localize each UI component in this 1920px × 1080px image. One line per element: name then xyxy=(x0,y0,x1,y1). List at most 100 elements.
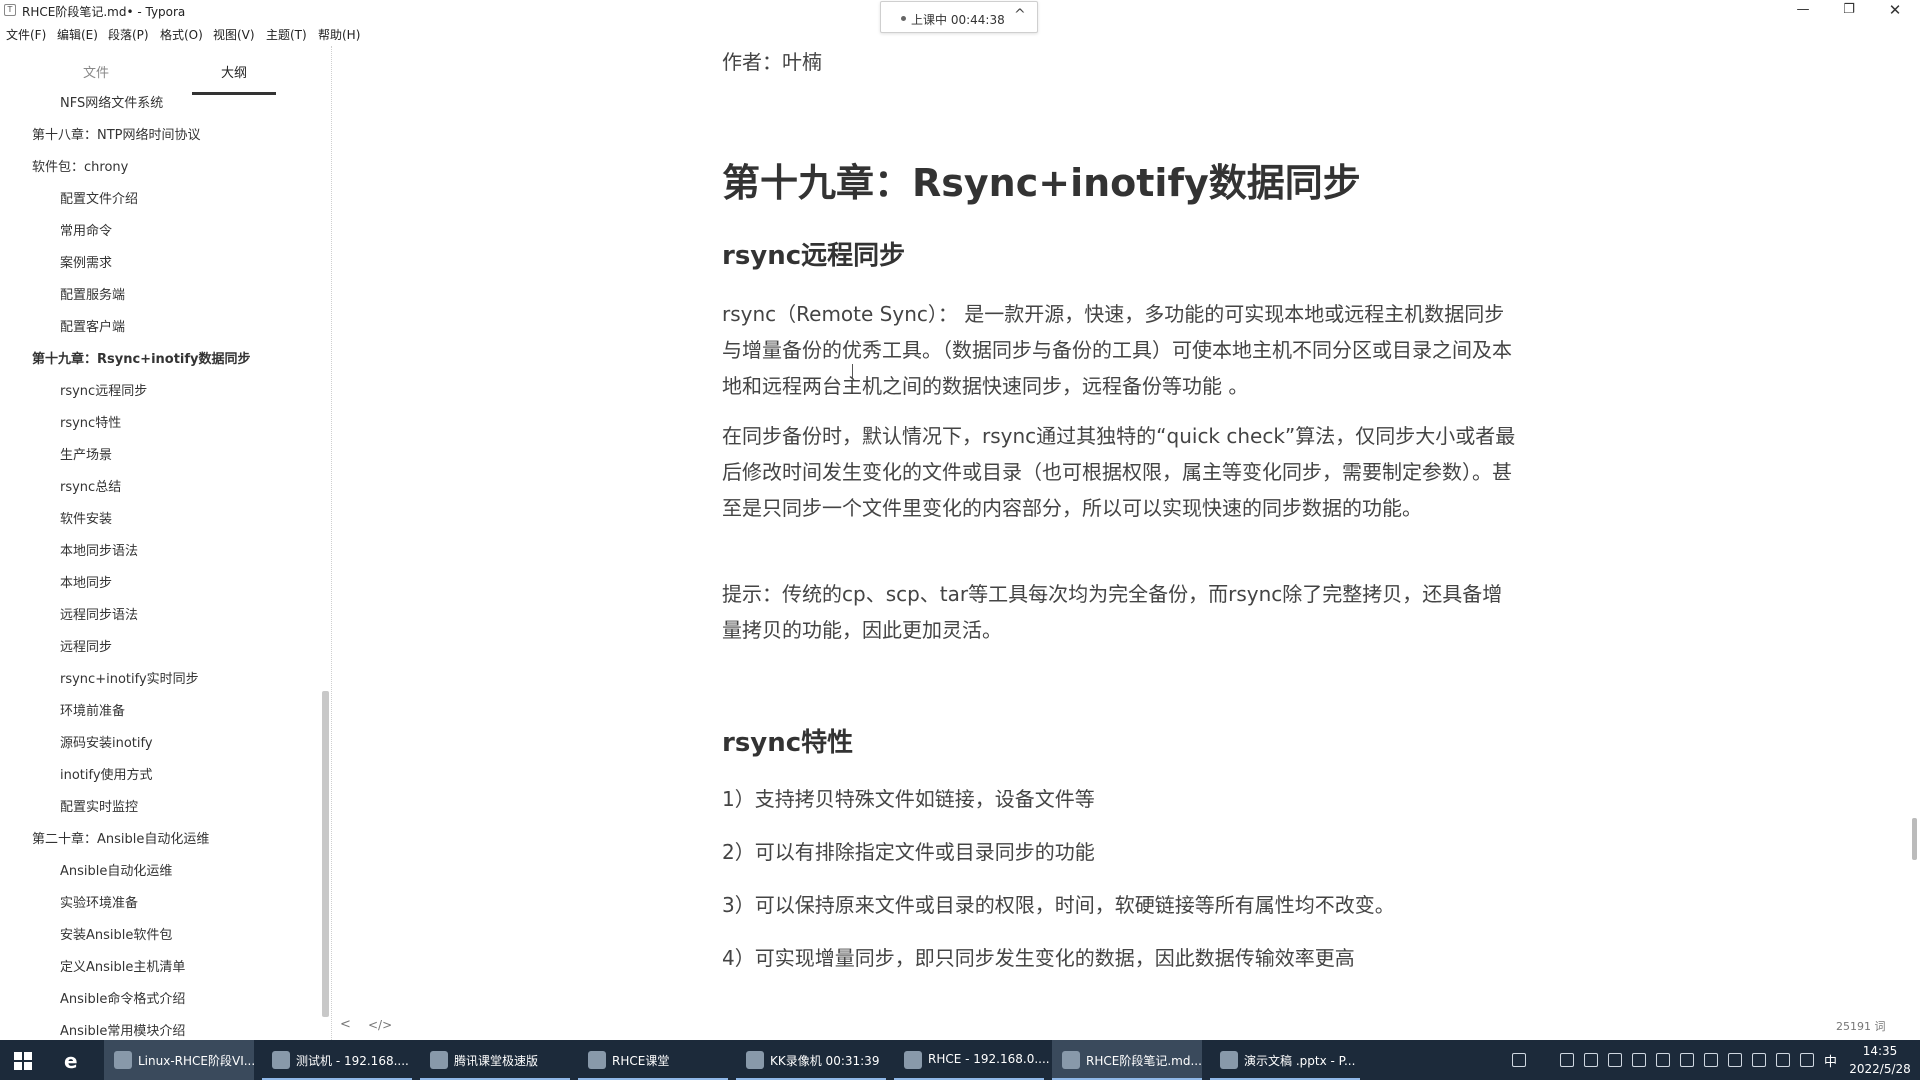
menu-edit[interactable]: 编辑(E) xyxy=(57,26,98,43)
outline-item[interactable]: 环境前准备 xyxy=(60,700,125,719)
outline-item[interactable]: 软件安装 xyxy=(60,508,112,527)
menu-format[interactable]: 格式(O) xyxy=(160,26,203,43)
taskbar-item-powerpoint[interactable]: 演示文稿 .pptx - P... xyxy=(1210,1040,1360,1080)
taskbar: e Linux-RHCE阶段VI... 测试机 - 192.168.... 腾讯… xyxy=(0,1040,1920,1080)
outline-item[interactable]: 安装Ansible软件包 xyxy=(60,924,172,943)
taskbar-item-tencent-classroom[interactable]: 腾讯课堂极速版 xyxy=(420,1040,570,1080)
menu-help[interactable]: 帮助(H) xyxy=(318,26,360,43)
tencent-classroom-icon xyxy=(430,1051,448,1069)
ime-indicator[interactable]: 中 xyxy=(1824,1051,1837,1070)
tray-app-icon[interactable] xyxy=(1680,1053,1694,1067)
menu-paragraph[interactable]: 段落(P) xyxy=(108,26,149,43)
outline-item[interactable]: 常用命令 xyxy=(60,220,112,239)
feature-list-item: 1）支持拷贝特殊文件如链接，设备文件等 xyxy=(722,787,1095,811)
outline-item[interactable]: 配置实时监控 xyxy=(60,796,138,815)
author-line: 作者：叶楠 xyxy=(722,50,822,74)
outline-item[interactable]: 软件包：chrony xyxy=(32,156,128,175)
clock-time[interactable]: 14:35 xyxy=(1850,1044,1910,1058)
outline-item[interactable]: 配置客户端 xyxy=(60,316,125,335)
outline-item[interactable]: 源码安装inotify xyxy=(60,732,153,751)
section-heading-rsync-features: rsync特性 xyxy=(722,728,854,758)
edge-browser-icon[interactable]: e xyxy=(64,1049,78,1073)
volume-icon[interactable] xyxy=(1800,1053,1814,1067)
outline-item[interactable]: 远程同步语法 xyxy=(60,604,138,623)
tab-files[interactable]: 文件 xyxy=(54,62,138,81)
typora-icon xyxy=(1062,1051,1080,1069)
active-tab-indicator xyxy=(192,92,276,95)
terminal-icon xyxy=(904,1051,922,1069)
feature-list-item: 4）可实现增量同步，即只同步发生变化的数据，因此数据传输效率更高 xyxy=(722,946,1355,970)
app-icon xyxy=(114,1051,132,1069)
menu-theme[interactable]: 主题(T) xyxy=(266,26,307,43)
windows-start-icon[interactable] xyxy=(14,1052,32,1070)
window-title: RHCE阶段笔记.md• - Typora xyxy=(22,5,186,19)
menu-bar: 文件(F) 编辑(E) 段落(P) 格式(O) 视图(V) 主题(T) 帮助(H… xyxy=(0,24,900,44)
taskbar-item-rhce-class[interactable]: RHCE课堂 xyxy=(578,1040,728,1080)
class-status-pill[interactable]: 上课中 00:44:38 ^ xyxy=(880,1,1038,33)
chevron-up-icon[interactable]: ^ xyxy=(1014,7,1026,23)
outline-item[interactable]: 配置文件介绍 xyxy=(60,188,138,207)
microphone-icon[interactable] xyxy=(1752,1053,1766,1067)
paragraph-quick-check: 在同步备份时，默认情况下，rsync通过其独特的“quick check”算法，… xyxy=(722,424,1516,520)
outline-item-current[interactable]: 第十九章：Rsync+inotify数据同步 xyxy=(32,348,251,367)
menu-view[interactable]: 视图(V) xyxy=(213,26,255,43)
tray-app-icon[interactable] xyxy=(1584,1053,1598,1067)
taskbar-item-typora[interactable]: RHCE阶段笔记.md... xyxy=(1052,1040,1202,1080)
outline-item[interactable]: Ansible常用模块介绍 xyxy=(60,1020,185,1039)
word-count[interactable]: 25191 词 xyxy=(1836,1018,1886,1034)
taskbar-item-test-vm[interactable]: 测试机 - 192.168.... xyxy=(262,1040,412,1080)
outline-item[interactable]: 案例需求 xyxy=(60,252,112,271)
tray-app-icon[interactable] xyxy=(1704,1053,1718,1067)
taskbar-item-linux-rhce[interactable]: Linux-RHCE阶段VI... xyxy=(104,1040,255,1080)
sidebar-scrollbar[interactable] xyxy=(322,691,329,1017)
outline-item[interactable]: 配置服务端 xyxy=(60,284,125,303)
outline-item[interactable]: 第二十章：Ansible自动化运维 xyxy=(32,828,209,847)
editor-scrollbar[interactable] xyxy=(1912,818,1917,860)
paragraph-tip: 提示：传统的cp、scp、tar等工具每次均为完全备份，而rsync除了完整拷贝… xyxy=(722,582,1503,642)
outline-item[interactable]: rsync远程同步 xyxy=(60,380,147,399)
recorder-icon xyxy=(746,1051,764,1069)
outline-item[interactable]: rsync特性 xyxy=(60,412,121,431)
outline-item[interactable]: NFS网络文件系统 xyxy=(60,92,163,111)
clock-date[interactable]: 2022/5/28 xyxy=(1846,1062,1914,1076)
tray-app-icon[interactable] xyxy=(1560,1053,1574,1067)
taskbar-item-rhce-ssh[interactable]: RHCE - 192.168.0.... xyxy=(894,1040,1050,1080)
section-heading-rsync-sync: rsync远程同步 xyxy=(722,241,906,271)
vm-icon xyxy=(272,1051,290,1069)
outline-item[interactable]: 本地同步 xyxy=(60,572,112,591)
tray-app-icon[interactable] xyxy=(1632,1053,1646,1067)
feature-list-item: 3）可以保持原来文件或目录的权限，时间，软硬链接等所有属性均不改变。 xyxy=(722,893,1395,917)
powerpoint-icon xyxy=(1220,1051,1238,1069)
outline-item[interactable]: inotify使用方式 xyxy=(60,764,153,783)
outline-item[interactable]: rsync总结 xyxy=(60,476,121,495)
recording-dot-icon xyxy=(901,16,906,21)
classroom-icon xyxy=(588,1051,606,1069)
outline-item[interactable]: Ansible自动化运维 xyxy=(60,860,172,879)
notification-icon[interactable] xyxy=(1512,1053,1526,1067)
outline-item[interactable]: 实验环境准备 xyxy=(60,892,138,911)
network-icon[interactable] xyxy=(1776,1053,1790,1067)
source-code-toggle-icon[interactable]: </> xyxy=(368,1018,392,1032)
chapter-heading: 第十九章：Rsync+inotify数据同步 xyxy=(722,161,1361,205)
tab-outline[interactable]: 大纲 xyxy=(192,62,276,81)
outline-item[interactable]: 定义Ansible主机清单 xyxy=(60,956,185,975)
class-status-label: 上课中 00:44:38 xyxy=(911,13,1005,27)
close-button[interactable]: ✕ xyxy=(1872,0,1918,22)
outline-item[interactable]: 本地同步语法 xyxy=(60,540,138,559)
outline-item[interactable]: 远程同步 xyxy=(60,636,112,655)
back-arrow-icon[interactable]: < xyxy=(340,1017,351,1032)
outline-item[interactable]: 生产场景 xyxy=(60,444,112,463)
outline-item[interactable]: 第十八章：NTP网络时间协议 xyxy=(32,124,201,143)
tray-app-icon[interactable] xyxy=(1608,1053,1622,1067)
taskbar-item-kk-recorder[interactable]: KK录像机 00:31:39 xyxy=(736,1040,886,1080)
typora-app-icon: T xyxy=(4,4,16,16)
outline-item[interactable]: rsync+inotify实时同步 xyxy=(60,668,199,687)
menu-file[interactable]: 文件(F) xyxy=(6,26,46,43)
usb-icon[interactable] xyxy=(1728,1053,1742,1067)
text-cursor xyxy=(852,364,853,378)
feature-list-item: 2）可以有排除指定文件或目录同步的功能 xyxy=(722,840,1095,864)
tray-app-icon[interactable] xyxy=(1656,1053,1670,1067)
maximize-button[interactable]: ❐ xyxy=(1826,0,1872,22)
outline-item[interactable]: Ansible命令格式介绍 xyxy=(60,988,185,1007)
minimize-button[interactable]: — xyxy=(1780,0,1826,22)
